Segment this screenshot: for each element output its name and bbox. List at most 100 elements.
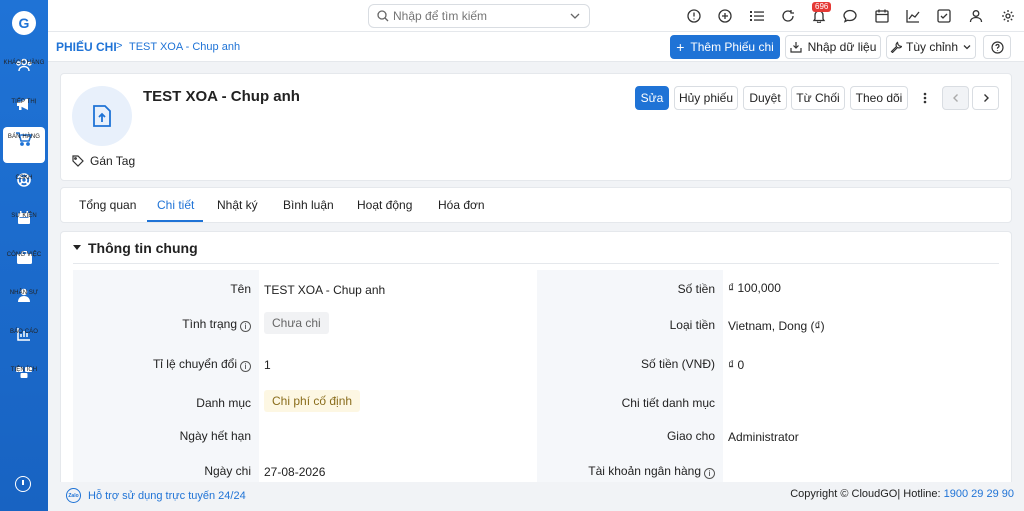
- sidebar-item-label: NHÂN SỰ: [9, 290, 39, 296]
- field-label: Giao cho: [666, 429, 715, 443]
- sidebar-item-label: TIẾP THỊ: [11, 99, 37, 105]
- chevron-down-icon[interactable]: [569, 10, 581, 22]
- sidebar: G KHÁCH HÀNG TIẾP THỊ BÁN HÀNG CSKH SỰ K…: [0, 0, 48, 511]
- record-header: TEST XOA - Chup anh Gán Tag Sửa Hủy phiế…: [60, 73, 1012, 181]
- next-record-button[interactable]: [972, 86, 999, 110]
- sidebar-item-customers[interactable]: KHÁCH HÀNG: [3, 53, 45, 89]
- search-input[interactable]: [393, 9, 563, 23]
- breadcrumb-separator: >: [116, 40, 123, 52]
- import-icon: [790, 42, 802, 53]
- sidebar-item-utilities[interactable]: TIỆN ÍCH: [3, 360, 45, 396]
- caret-down-icon: [73, 245, 81, 250]
- category-chip[interactable]: Chi phí cố định: [264, 390, 361, 412]
- follow-button[interactable]: Theo dõi: [850, 86, 908, 110]
- chevron-right-icon: [983, 94, 989, 102]
- import-data-button[interactable]: Nhập dữ liệu: [785, 35, 881, 59]
- notification-badge: 696: [812, 2, 832, 12]
- edit-button[interactable]: Sửa: [635, 86, 669, 110]
- status-chip[interactable]: Chưa chi: [264, 312, 329, 334]
- support-link[interactable]: Hỗ trợ sử dụng trực tuyến 24/24: [88, 490, 246, 502]
- sidebar-item-reports[interactable]: BÁO CÁO: [3, 322, 45, 358]
- add-expense-button[interactable]: + Thêm Phiếu chi: [670, 35, 780, 59]
- sidebar-item-label: TIỆN ÍCH: [10, 367, 38, 373]
- field-label: Ngày chi: [204, 464, 251, 478]
- user-icon[interactable]: [968, 8, 984, 24]
- alert-circle-icon[interactable]: [686, 8, 702, 24]
- field-label: Tỉ lệ chuyển đổi i: [153, 357, 251, 372]
- field-value[interactable]: ₫ 100,000: [728, 281, 781, 295]
- tab-comments[interactable]: Bình luận: [283, 198, 334, 212]
- info-icon[interactable]: i: [704, 468, 715, 479]
- section-header[interactable]: Thông tin chung: [73, 240, 198, 256]
- tab-activities[interactable]: Hoạt động: [357, 198, 412, 212]
- search-icon: [377, 10, 389, 22]
- copyright: Copyright © CloudGO| Hotline: 1900 29 29…: [790, 488, 1014, 500]
- tab-overview[interactable]: Tổng quan: [79, 198, 136, 212]
- sidebar-item-hr[interactable]: NHÂN SỰ: [3, 283, 45, 319]
- sidebar-item-label: KHÁCH HÀNG: [3, 60, 45, 66]
- field-label: Danh mục: [196, 396, 251, 410]
- more-vertical-icon: [923, 92, 927, 104]
- footer: Zalo Hỗ trợ sử dụng trực tuyến 24/24 Cop…: [48, 482, 1024, 511]
- field-value[interactable]: Vietnam, Dong (₫): [728, 319, 825, 333]
- customize-button[interactable]: Tùy chỉnh: [886, 35, 976, 59]
- global-search[interactable]: [368, 4, 590, 28]
- field-label: Loại tiền: [669, 318, 715, 332]
- app-logo[interactable]: G: [12, 11, 36, 35]
- customize-label: Tùy chỉnh: [905, 40, 959, 54]
- section-title: Thông tin chung: [88, 240, 198, 256]
- field-value[interactable]: 27-08-2026: [264, 465, 325, 479]
- active-tab-indicator: [147, 220, 203, 222]
- detail-section: Thông tin chung Tên TEST XOA - Chup anh …: [60, 231, 1012, 483]
- sidebar-item-marketing[interactable]: TIẾP THỊ: [3, 92, 45, 128]
- reject-button[interactable]: Từ Chối: [791, 86, 845, 110]
- field-label: Ngày hết hạn: [179, 429, 251, 443]
- field-value[interactable]: ₫ 0: [728, 358, 744, 372]
- analytics-icon[interactable]: [905, 8, 921, 24]
- info-icon[interactable]: i: [240, 321, 251, 332]
- sidebar-item-events[interactable]: SỰ KIỆN: [3, 206, 45, 242]
- chat-icon[interactable]: [842, 8, 858, 24]
- help-button[interactable]: [983, 35, 1011, 59]
- checkbox-icon[interactable]: [936, 8, 952, 24]
- assign-tag[interactable]: Gán Tag: [72, 154, 135, 168]
- tab-details[interactable]: Chi tiết: [157, 198, 194, 212]
- more-actions-button[interactable]: [913, 86, 937, 110]
- zalo-icon[interactable]: Zalo: [66, 488, 81, 503]
- assign-tag-label: Gán Tag: [90, 154, 136, 168]
- breadcrumb-bar: PHIẾU CHI > TEST XOA - Chup anh + Thêm P…: [48, 32, 1024, 62]
- tab-invoices[interactable]: Hóa đơn: [438, 198, 485, 212]
- sidebar-item-label: SỰ KIỆN: [11, 213, 37, 219]
- field-value[interactable]: TEST XOA - Chup anh: [264, 283, 385, 297]
- tab-log[interactable]: Nhật ký: [217, 198, 258, 212]
- approve-button[interactable]: Duyệt: [743, 86, 787, 110]
- gear-icon[interactable]: [1000, 8, 1016, 24]
- wrench-icon: [890, 41, 902, 53]
- field-label: Số tiền (VNĐ): [640, 357, 715, 371]
- sidebar-item-label: CSKH: [15, 175, 33, 181]
- sidebar-item-label: CÔNG VIỆC: [6, 252, 42, 258]
- previous-record-button[interactable]: [942, 86, 969, 110]
- field-value[interactable]: 1: [264, 358, 271, 372]
- record-avatar[interactable]: [72, 86, 132, 146]
- sidebar-item-support[interactable]: CSKH: [3, 168, 45, 204]
- record-tabs: Tổng quan Chi tiết Nhật ký Bình luận Hoạ…: [60, 187, 1012, 223]
- question-icon: [990, 40, 1004, 54]
- hotline-number[interactable]: 1900 29 29 90: [944, 488, 1014, 500]
- sidebar-item-tasks[interactable]: CÔNG VIỆC: [3, 245, 45, 281]
- info-icon[interactable]: i: [240, 361, 251, 372]
- help-circle-icon[interactable]: [15, 476, 31, 492]
- field-label: Số tiền: [677, 282, 715, 296]
- sidebar-item-label: BÁO CÁO: [9, 329, 39, 335]
- calendar-icon[interactable]: [874, 8, 890, 24]
- plus-icon: +: [676, 39, 685, 55]
- refresh-icon[interactable]: [780, 8, 796, 24]
- breadcrumb-module[interactable]: PHIẾU CHI: [56, 40, 117, 54]
- field-label: Tài khoản ngân hàng i: [588, 464, 715, 479]
- add-circle-icon[interactable]: [717, 8, 733, 24]
- field-value[interactable]: Administrator: [728, 430, 799, 444]
- sidebar-item-sales[interactable]: BÁN HÀNG: [3, 127, 45, 163]
- file-upload-icon: [93, 105, 111, 127]
- list-icon[interactable]: [749, 8, 765, 24]
- cancel-voucher-button[interactable]: Hủy phiếu: [674, 86, 738, 110]
